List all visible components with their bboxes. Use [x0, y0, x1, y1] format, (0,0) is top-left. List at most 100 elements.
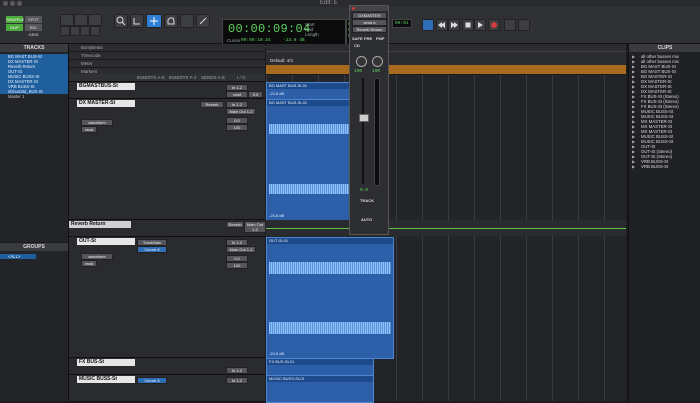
- grid-mode-button[interactable]: REL GRID: [25, 24, 42, 37]
- track-input[interactable]: In 1-2: [226, 84, 248, 91]
- cursor-db-value: -23.8 dB: [283, 38, 305, 43]
- mixer-track-name[interactable]: DXMASTER: [352, 12, 387, 19]
- forward-button-icon[interactable]: [448, 19, 460, 31]
- region-name: MUSIC BUSS-St-01: [267, 376, 373, 382]
- fmp-button[interactable]: FMP: [376, 36, 384, 41]
- track-pan[interactable]: 100: [226, 262, 248, 269]
- minimize-window-icon[interactable]: [10, 1, 15, 6]
- track-header-dxmaster[interactable]: DX MASTER-St waveform read Reverb In 1-2…: [69, 99, 265, 220]
- clip-list-item[interactable]: ▶ VRB BUSS-St: [629, 164, 700, 169]
- track-header-bgmastbus[interactable]: BGMASTBUS-St In 1-2 read 0.0: [69, 82, 265, 99]
- metronome-button-icon[interactable]: [518, 19, 530, 31]
- track-pan[interactable]: 100: [226, 124, 248, 131]
- track-header-fxbus[interactable]: FX BUS-St In 1-2: [69, 358, 265, 375]
- track-header-musicbuss[interactable]: MUSIC BUSS-St Ozone 8 In 1-2: [69, 375, 265, 402]
- expand-triangle-icon[interactable]: ▶: [632, 164, 635, 169]
- zoom-out-icon[interactable]: [60, 14, 74, 26]
- cursor-label: Cursor: [227, 38, 241, 43]
- cursor-value: 00:00:10:34: [241, 38, 271, 43]
- track-view-selector[interactable]: waveform: [81, 119, 113, 126]
- play-button-icon[interactable]: [474, 19, 486, 31]
- trim-tool-icon[interactable]: [130, 14, 144, 28]
- zoom-preset-4[interactable]: [90, 26, 100, 36]
- track-input[interactable]: In 1-2: [226, 239, 248, 246]
- waveform-channel-left: [269, 262, 391, 274]
- track-output[interactable]: Main Out 1-2: [244, 221, 266, 233]
- track-name[interactable]: FX BUS-St: [77, 359, 135, 366]
- safe-button[interactable]: SAFE: [352, 36, 363, 41]
- zoom-preset-1[interactable]: [60, 26, 70, 36]
- online-button-icon[interactable]: [422, 19, 434, 31]
- zoom-window-icon[interactable]: [17, 1, 22, 6]
- insert-slot-ozone[interactable]: Ozone 8: [137, 377, 167, 384]
- send-window-titlebar: [350, 6, 388, 11]
- mixer-send-target[interactable]: Reverb Return: [352, 26, 387, 33]
- pan-left-knob-icon[interactable]: [356, 56, 367, 67]
- track-output[interactable]: Main Out 1-2: [226, 246, 256, 253]
- rewind-button-icon[interactable]: [436, 19, 448, 31]
- track-input[interactable]: Reverb: [226, 221, 244, 228]
- track-auto-mode[interactable]: read: [81, 126, 97, 133]
- tracks-list: BG MAST BUS-St DX MASTER-St Reverb Retur…: [0, 54, 68, 99]
- loop-button-icon[interactable]: [504, 19, 516, 31]
- audio-region[interactable]: MUSIC BUSS-St-01: [266, 375, 374, 403]
- timeline-ruler[interactable]: Default: 4/4: [266, 44, 626, 74]
- send-output-window[interactable]: DXMASTER send a Reverb Return SAFE PRE F…: [349, 5, 389, 235]
- track-name[interactable]: BGMASTBUS-St: [77, 83, 135, 90]
- track-volume[interactable]: 0.0: [248, 91, 263, 98]
- track-auto-mode[interactable]: read: [226, 91, 248, 98]
- tracks-list-item[interactable]: Master 1: [0, 94, 68, 99]
- shuffle-mode-button[interactable]: SHUFFLE: [6, 16, 24, 23]
- zoom-in-icon[interactable]: [88, 14, 102, 26]
- track-auto-mode[interactable]: read: [81, 260, 97, 267]
- track-header-reverb-return[interactable]: Reverb Return Reverb Main Out 1-2: [69, 220, 266, 237]
- clips-panel-title: CLIPS: [629, 44, 700, 52]
- nudge-value[interactable]: 00:01: [392, 19, 412, 28]
- record-button-icon[interactable]: [488, 19, 500, 31]
- zoom-preset-3[interactable]: [80, 26, 90, 36]
- track-input[interactable]: In 1-2: [226, 377, 248, 384]
- zoomer-tool-icon[interactable]: [114, 14, 128, 28]
- zoom-preset-2[interactable]: [70, 26, 80, 36]
- track-name[interactable]: MUSIC BUSS-St: [77, 376, 135, 383]
- pre-button[interactable]: PRE: [364, 36, 372, 41]
- waveform-channel-left: [269, 124, 351, 134]
- pan-right-knob-icon[interactable]: [372, 56, 383, 67]
- clips-list: ▶ all other busses mix ▶ all other busses m…: [629, 54, 700, 169]
- track-header-out[interactable]: OUT-St TrackGain Ozone 8 waveform read I…: [69, 237, 265, 358]
- track-input[interactable]: In 1-2: [226, 367, 248, 374]
- track-volume[interactable]: 0.0: [226, 255, 248, 262]
- pencil-tool-icon[interactable]: [196, 14, 210, 28]
- audio-region[interactable]: OUT-St-01 -23.8 dB: [266, 237, 394, 359]
- selector-tool-icon[interactable]: [146, 14, 162, 28]
- main-counter[interactable]: 00:00:09:04 Cursor 00:00:10:34 -23.8 dB …: [222, 19, 346, 47]
- group-item-all[interactable]: <ALL>: [0, 254, 36, 259]
- stop-button-icon[interactable]: [462, 19, 474, 31]
- track-view-selector[interactable]: waveform: [81, 253, 113, 260]
- mixer-send-selector[interactable]: send a: [352, 19, 387, 26]
- audio-region[interactable]: BG MAST BUS-St-01 -23.8 dB: [266, 82, 354, 100]
- track-name[interactable]: DX MASTER-St: [77, 100, 135, 107]
- reverb-lane: [266, 220, 626, 236]
- track-input[interactable]: In 1-2: [226, 101, 248, 108]
- close-window-icon[interactable]: [3, 1, 8, 6]
- grabber-tool-icon[interactable]: [164, 14, 178, 28]
- track-volume[interactable]: 0.0: [226, 117, 248, 124]
- waveform-zoom-icon[interactable]: [74, 14, 88, 26]
- slip-mode-button[interactable]: SLIP: [6, 24, 23, 31]
- track-name[interactable]: Reverb Return: [69, 221, 131, 228]
- track-output[interactable]: Main Out 1-2: [226, 108, 256, 115]
- track-name[interactable]: OUT-St: [77, 238, 135, 245]
- insert-slot-trackgain[interactable]: TrackGain: [137, 239, 167, 246]
- close-send-window-icon[interactable]: [352, 7, 355, 10]
- scrubber-tool-icon[interactable]: [180, 14, 194, 28]
- spot-mode-button[interactable]: SPOT: [25, 16, 42, 23]
- audio-region[interactable]: BG MAST BUS-St-01 -23.8 dB: [266, 99, 354, 221]
- main-counter-value: 00:00:09:04: [228, 22, 311, 36]
- pan-left-value: 100: [354, 69, 363, 74]
- insert-slot-ozone[interactable]: Ozone 8: [137, 246, 167, 253]
- send-fader-handle[interactable]: [359, 114, 369, 122]
- audio-region[interactable]: FX BUS-St-01: [266, 358, 374, 376]
- cd-button[interactable]: CD: [354, 43, 360, 48]
- send-slot[interactable]: Reverb: [200, 101, 224, 108]
